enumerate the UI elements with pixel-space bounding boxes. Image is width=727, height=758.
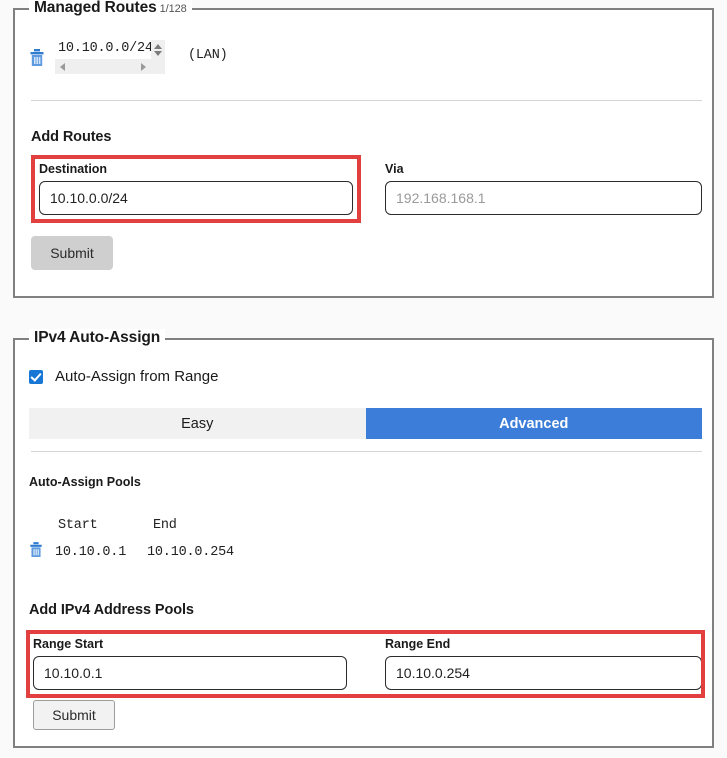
tab-easy-label: Easy bbox=[181, 415, 214, 432]
pools-column-end: End bbox=[153, 518, 177, 533]
destination-input[interactable] bbox=[39, 181, 353, 215]
routes-submit-button[interactable]: Submit bbox=[31, 236, 113, 270]
auto-assign-pools-table: Start End 10.10.0.1 10.10.0.254 bbox=[29, 515, 263, 563]
managed-routes-title: Managed Routes bbox=[34, 0, 157, 16]
pool-range-end-value: 10.10.0.254 bbox=[147, 545, 234, 560]
managed-route-vertical-scrollbar[interactable] bbox=[151, 40, 165, 74]
scroll-up-arrow-icon[interactable] bbox=[154, 44, 162, 49]
add-routes-title: Add Routes bbox=[31, 129, 112, 145]
pools-column-start: Start bbox=[58, 518, 98, 533]
pool-range-start-value: 10.10.0.1 bbox=[55, 545, 127, 560]
managed-route-target-box[interactable]: 10.10.0.0/24 bbox=[55, 40, 165, 74]
add-ipv4-address-pools-title: Add IPv4 Address Pools bbox=[29, 602, 194, 618]
managed-route-target: 10.10.0.0/24 bbox=[58, 41, 153, 56]
range-start-field-group: Range Start bbox=[33, 637, 347, 690]
via-label: Via bbox=[385, 162, 404, 176]
range-end-input[interactable] bbox=[385, 656, 702, 690]
pool-delete-cell[interactable] bbox=[29, 542, 55, 563]
auto-assign-checkbox[interactable] bbox=[29, 369, 43, 384]
ipv4-auto-assign-legend: IPv4 Auto-Assign bbox=[29, 329, 166, 347]
range-end-field-group: Range End bbox=[385, 637, 702, 690]
scroll-right-arrow-icon[interactable] bbox=[141, 63, 146, 71]
managed-routes-legend: Managed Routes 1/128 bbox=[29, 0, 192, 17]
assign-mode-tabs: Easy Advanced bbox=[29, 408, 702, 439]
tab-advanced-label: Advanced bbox=[499, 415, 569, 432]
managed-route-row: 10.10.0.0/24 (LAN) bbox=[29, 40, 228, 74]
managed-route-tag: (LAN) bbox=[188, 48, 228, 63]
range-start-label: Range Start bbox=[33, 637, 104, 651]
managed-route-horizontal-scrollbar[interactable] bbox=[55, 59, 151, 74]
trash-icon[interactable] bbox=[29, 49, 45, 67]
scroll-left-arrow-icon[interactable] bbox=[60, 63, 65, 71]
tab-easy[interactable]: Easy bbox=[29, 408, 366, 439]
via-field-group: Via bbox=[385, 162, 702, 215]
via-input[interactable] bbox=[385, 181, 702, 215]
scroll-down-arrow-icon[interactable] bbox=[154, 51, 162, 56]
pools-table-row: 10.10.0.1 10.10.0.254 bbox=[29, 542, 263, 563]
trash-icon[interactable] bbox=[29, 542, 43, 558]
auto-assign-pools-title: Auto-Assign Pools bbox=[29, 475, 141, 489]
pools-submit-button[interactable]: Submit bbox=[33, 700, 115, 730]
routes-divider bbox=[31, 100, 702, 101]
pools-header-row: Start End bbox=[55, 515, 263, 536]
destination-field-group: Destination bbox=[39, 162, 353, 215]
tabs-divider bbox=[31, 451, 702, 452]
range-start-input[interactable] bbox=[33, 656, 347, 690]
managed-routes-count: 1/128 bbox=[159, 3, 187, 15]
tab-advanced[interactable]: Advanced bbox=[365, 408, 702, 439]
ipv4-auto-assign-panel: IPv4 Auto-Assign Auto-Assign from Range … bbox=[13, 329, 714, 748]
managed-routes-panel: Managed Routes 1/128 10.10.0.0/24 (LAN) A… bbox=[13, 0, 714, 298]
destination-label: Destination bbox=[39, 162, 108, 176]
auto-assign-checkbox-label: Auto-Assign from Range bbox=[55, 368, 219, 385]
range-end-label: Range End bbox=[385, 637, 451, 651]
auto-assign-from-range-row[interactable]: Auto-Assign from Range bbox=[29, 368, 218, 385]
